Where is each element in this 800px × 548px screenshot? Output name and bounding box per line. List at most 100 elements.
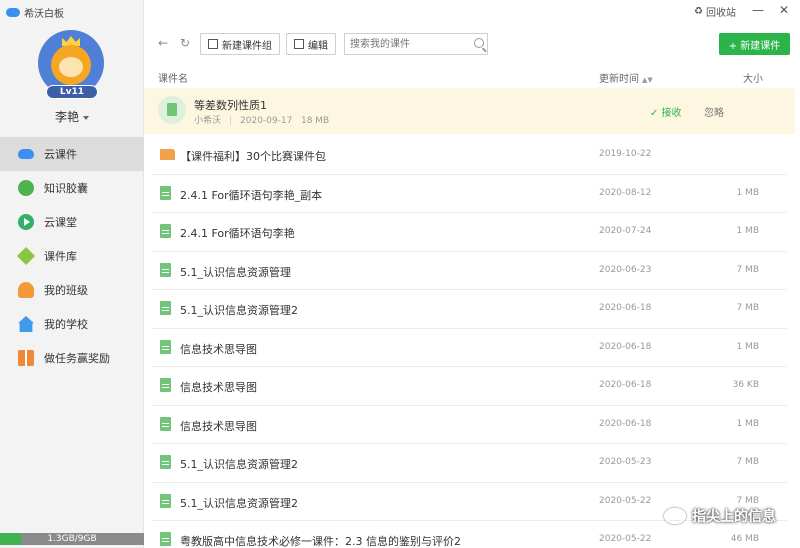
sidebar-item-knowledge-capsule[interactable]: 知识胶囊 [0,171,144,205]
app-title: 希沃白板 [6,5,64,20]
sidebar-item-cloud-courseware[interactable]: 云课件 [0,137,144,171]
refresh-icon: ↻ [179,36,191,50]
share-banner: 等差数列性质1 小希沃 | 2020-09-17 18 MB ✓ 接收 忽略 [144,88,795,134]
close-icon: ✕ [778,3,790,17]
new-courseware-button[interactable]: + 新建课件 [719,33,790,55]
recycle-icon: ♻ [694,6,703,17]
file-date: 2020-06-18 [599,303,652,313]
file-size: 7 MB [736,264,759,275]
edit-label: 编辑 [308,40,328,52]
minimize-button[interactable]: — [750,2,766,18]
file-row[interactable]: 信息技术思导图 2020-06-18 1 MB [152,329,787,367]
file-date: 2020-06-23 [599,264,652,275]
file-date: 2020-05-23 [599,457,652,467]
shared-file-meta: 小希沃 | 2020-09-17 18 MB [194,116,330,126]
file-name: 【课件福利】30个比赛课件包 [180,150,326,163]
file-row[interactable]: 信息技术思导图 2020-06-18 1 MB [152,406,787,444]
toolbar: ← ↻ 新建课件组 编辑 + 新建课件 [144,32,800,56]
play-circle-icon [18,214,34,230]
file-name: 信息技术思导图 [180,381,257,394]
recycle-bin-button[interactable]: ♻ 回收站 [694,4,736,19]
sidebar-item-label: 我的班级 [44,284,88,297]
list-header: 课件名 更新时间 ▲▼ 大小 [144,64,800,88]
level-text: Lv11 [59,87,85,97]
search-input[interactable] [344,33,488,55]
file-date: 2020-05-22 [599,534,652,544]
column-header-name: 课件名 [158,74,188,85]
file-row[interactable]: 【课件福利】30个比赛课件包 2019-10-22 [152,136,787,175]
sidebar-item-courseware-library[interactable]: 课件库 [0,239,144,273]
file-icon [160,455,171,469]
folder-icon [160,149,175,160]
column-header-size: 大小 [743,74,763,85]
sidebar-item-my-class[interactable]: 我的班级 [0,273,144,307]
back-button[interactable]: ← [156,36,170,50]
file-name: 2.4.1 For循环语句李艳 [180,227,295,240]
file-name: 粤教版高中信息技术必修一课件：2.3 信息的鉴别与评价2 [180,535,461,548]
sidebar-item-cloud-classroom[interactable]: 云课堂 [0,205,144,239]
file-date: 2020-06-18 [599,380,652,390]
window-topbar: ♻ 回收站 — ✕ [144,0,800,24]
file-row[interactable]: 2.4.1 For循环语句李艳 2020-07-24 1 MB [152,213,787,252]
sidebar-item-tasks-rewards[interactable]: 做任务赢奖励 [0,341,144,375]
file-row[interactable]: 信息技术思导图 2020-06-18 36 KB [152,367,787,406]
file-row[interactable]: 5.1_认识信息资源管理 2020-06-23 7 MB [152,252,787,290]
app-title-text: 希沃白板 [24,9,64,20]
sidebar-item-label: 做任务赢奖励 [44,352,110,365]
file-size: 7 MB [736,457,759,467]
close-button[interactable]: ✕ [776,2,792,18]
recycle-label: 回收站 [706,8,736,19]
file-size: 1 MB [736,341,759,352]
column-header-updated[interactable]: 更新时间 ▲▼ [599,70,653,85]
watermark-text: 指尖上的信息 [692,509,776,525]
sidebar-item-my-school[interactable]: 我的学校 [0,307,144,341]
file-row[interactable]: 5.1_认识信息资源管理2 2020-05-23 7 MB [152,444,787,483]
edit-icon [294,39,304,49]
accept-button[interactable]: ✓ 接收 [650,104,682,119]
refresh-button[interactable]: ↻ [178,36,192,50]
file-date: 2020-05-22 [599,495,652,506]
sidebar-item-label: 知识胶囊 [44,182,88,195]
people-icon [18,282,34,298]
file-date: 2020-06-18 [599,418,652,429]
file-row[interactable]: 2.4.1 For循环语句李艳_副本 2020-08-12 1 MB [152,175,787,213]
file-size: 36 KB [732,380,759,390]
gift-icon [18,350,34,366]
file-icon [160,378,171,392]
shared-file-title: 等差数列性质1 [194,99,267,112]
shared-date: 2020-09-17 [240,116,293,126]
file-date: 2020-06-18 [599,341,652,352]
file-size: 7 MB [736,495,759,506]
file-row[interactable]: 5.1_认识信息资源管理2 2020-06-18 7 MB [152,290,787,329]
file-icon [160,493,171,508]
cloud-icon [18,149,34,159]
edit-button[interactable]: 编辑 [286,33,336,55]
watermark: 指尖上的信息 [664,506,776,526]
sidebar-nav: 云课件 知识胶囊 云课堂 课件库 我的班级 我的学校 做任务赢奖励 [0,137,144,375]
file-icon [160,339,171,354]
file-name: 5.1_认识信息资源管理2 [180,304,298,317]
sidebar-item-label: 云课堂 [44,216,77,229]
ignore-button[interactable]: 忽略 [704,104,724,119]
file-date: 2020-07-24 [599,226,652,236]
new-course-group-label: 新建课件组 [222,40,272,52]
lion-mascot-icon [51,45,91,85]
file-name: 5.1_认识信息资源管理 [180,265,291,279]
file-size: 1 MB [736,418,759,429]
file-icon [160,185,171,200]
file-icon [160,262,171,277]
file-size: 1 MB [736,226,759,236]
chevron-down-icon [83,115,89,120]
file-name: 信息技术思导图 [180,419,257,433]
user-name-dropdown[interactable]: 李艳 [0,108,144,125]
file-date: 2020-08-12 [599,187,652,198]
search-icon[interactable] [474,38,484,48]
school-icon [18,316,34,332]
file-date: 2019-10-22 [599,149,652,159]
sidebar-item-label: 我的学校 [44,318,88,331]
minimize-icon: — [752,3,764,17]
file-size: 46 MB [730,534,759,544]
new-course-group-button[interactable]: 新建课件组 [200,33,280,55]
file-name: 5.1_认识信息资源管理2 [180,458,298,471]
accept-label: ✓ 接收 [650,108,682,119]
